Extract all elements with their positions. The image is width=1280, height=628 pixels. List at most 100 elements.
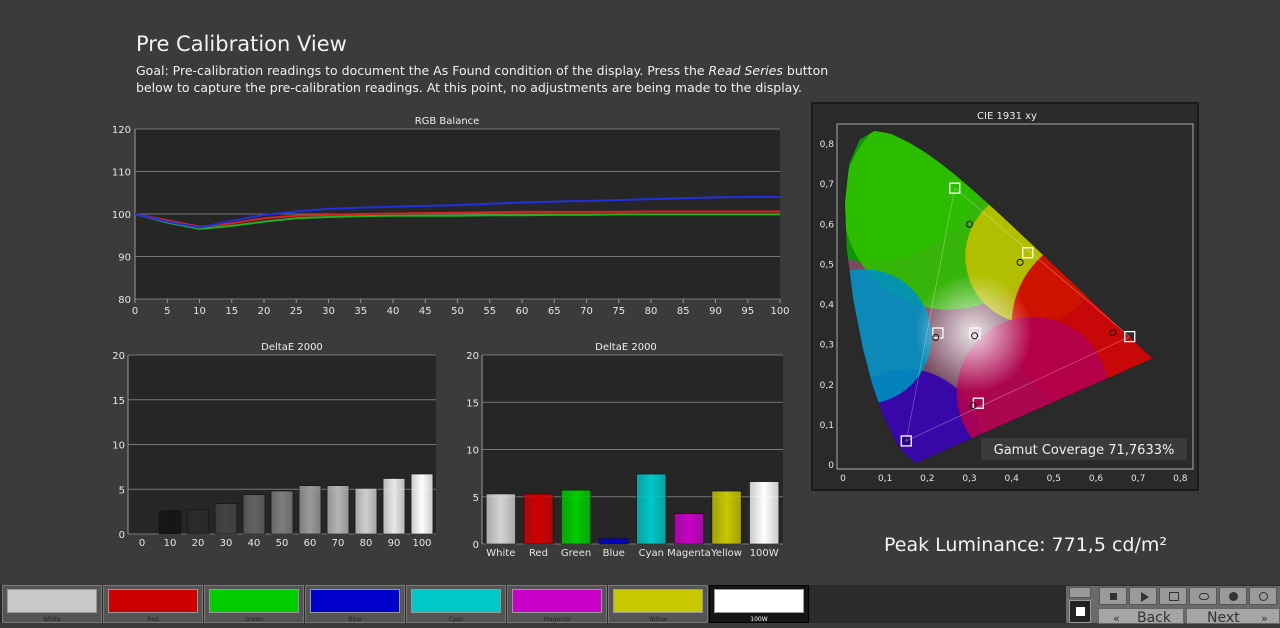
bar <box>186 509 210 535</box>
y-tick-label: 0,6 <box>820 220 835 230</box>
patch-color <box>512 589 602 613</box>
x-tick-label: 0,2 <box>920 474 934 484</box>
y-tick-label: 0,3 <box>820 341 834 351</box>
patch-white[interactable]: White <box>2 585 102 623</box>
patch-yellow[interactable]: Yellow <box>608 585 708 623</box>
page-title: Pre Calibration View <box>136 32 347 56</box>
patch-color <box>714 589 804 613</box>
y-tick-label: 0,2 <box>820 381 834 391</box>
x-tick-label: 0,5 <box>1047 474 1061 484</box>
grayscale-deltae-chart: DeltaE 2000 0 5 10 15 20 0 10 20 30 40 50 60 70 80 90 1… <box>112 342 436 549</box>
rgb-balance-chart: RGB Balance 80 90 100 110 120 0 5 10 15 20 25 30 35 4… <box>112 116 790 317</box>
next-button[interactable]: Next » <box>1186 608 1280 626</box>
back-button[interactable]: « Back <box>1098 608 1184 626</box>
power-button[interactable] <box>1249 587 1277 605</box>
gamut-coverage-label: Gamut Coverage 71,7633% <box>994 443 1175 458</box>
x-tick-label: 50 <box>276 538 289 549</box>
control-panel: « Back Next » <box>1066 586 1280 626</box>
y-tick-label: 10 <box>112 441 125 452</box>
patch-blue[interactable]: Blue <box>305 585 405 623</box>
x-tick-label: 90 <box>388 538 401 549</box>
play-icon <box>1141 592 1149 602</box>
y-tick-label: 0 <box>119 530 125 541</box>
patch-cyan[interactable]: Cyan <box>406 585 506 623</box>
x-tick-label: 10 <box>164 538 177 549</box>
bar <box>636 473 667 545</box>
bar <box>214 503 238 535</box>
x-tick-label: 30 <box>322 306 335 317</box>
x-tick-label: Cyan <box>639 548 664 559</box>
x-tick-label: 50 <box>451 306 464 317</box>
patch-green[interactable]: Green <box>204 585 304 623</box>
loop-icon <box>1199 593 1209 600</box>
y-tick-label: 0 <box>828 461 834 471</box>
patch-color <box>310 589 400 613</box>
x-tick-label: 20 <box>192 538 205 549</box>
bar <box>598 538 629 545</box>
x-tick-label: 20 <box>258 306 271 317</box>
y-tick-label: 0,5 <box>820 260 834 270</box>
y-tick-label: 5 <box>473 493 479 504</box>
bar <box>485 493 516 545</box>
patch-color <box>411 589 501 613</box>
x-tick-label: 10 <box>193 306 206 317</box>
grayscale-deltae-title: DeltaE 2000 <box>261 342 323 353</box>
patch-color <box>209 589 299 613</box>
bar <box>298 485 322 535</box>
x-tick-label: Green <box>561 548 591 559</box>
x-tick-label: 90 <box>709 306 722 317</box>
color-deltae-chart: DeltaE 2000 0 5 10 15 20 White Red Green Blue Cya… <box>466 342 783 559</box>
x-tick-label: 60 <box>516 306 529 317</box>
x-tick-label: Magenta <box>667 548 711 559</box>
bar <box>242 494 266 535</box>
gear-icon <box>1229 592 1238 601</box>
x-tick-label: 0 <box>132 306 138 317</box>
patch-label: Yellow <box>648 616 668 623</box>
x-tick-label: 45 <box>419 306 432 317</box>
y-tick-label: 5 <box>119 485 125 496</box>
x-tick-label: 30 <box>220 538 233 549</box>
patch-label: Green <box>244 616 264 623</box>
x-tick-label: 70 <box>580 306 593 317</box>
x-tick-label: 0 <box>840 474 846 484</box>
goal-italic: Read Series <box>708 63 783 78</box>
y-tick-label: 0,7 <box>820 180 834 190</box>
goal-text: Goal: Pre-calibration readings to docume… <box>136 62 856 96</box>
bar <box>326 485 350 535</box>
y-tick-label: 20 <box>466 351 479 362</box>
x-tick-label: 100 <box>412 538 431 549</box>
bar <box>354 488 378 535</box>
x-tick-label: 85 <box>677 306 690 317</box>
bar <box>523 493 554 545</box>
stop-button[interactable] <box>1069 600 1091 623</box>
x-tick-label: 80 <box>360 538 373 549</box>
toolbar-icon-1[interactable] <box>1069 587 1091 598</box>
y-tick-label: 110 <box>112 168 131 179</box>
back-arrow-icon: « <box>1113 612 1120 625</box>
patch-label: Red <box>147 616 159 623</box>
play-button[interactable] <box>1129 587 1157 605</box>
patch-100w[interactable]: 100W <box>709 585 809 623</box>
x-tick-label: 40 <box>387 306 400 317</box>
toolbar-icon-2[interactable] <box>1099 587 1127 605</box>
y-tick-label: 20 <box>112 351 125 362</box>
x-tick-label: 0,8 <box>1173 474 1188 484</box>
read-series-button[interactable] <box>1159 587 1187 605</box>
next-label: Next <box>1207 610 1240 626</box>
patch-magenta[interactable]: Magenta <box>507 585 607 623</box>
patch-label: Blue <box>348 616 362 623</box>
x-tick-label: 70 <box>332 538 345 549</box>
patch-label: Cyan <box>448 616 464 623</box>
patch-label: 100W <box>750 616 768 623</box>
y-tick-label: 0 <box>473 540 479 551</box>
settings-button[interactable] <box>1219 587 1247 605</box>
loop-button[interactable] <box>1189 587 1217 605</box>
x-tick-label: 35 <box>354 306 367 317</box>
square-icon <box>1110 593 1117 600</box>
patch-red[interactable]: Red <box>103 585 203 623</box>
y-tick-label: 15 <box>112 396 125 407</box>
y-tick-label: 0,4 <box>820 301 835 311</box>
color-deltae-title: DeltaE 2000 <box>595 342 657 353</box>
x-tick-label: 0,7 <box>1131 474 1145 484</box>
x-tick-label: 80 <box>645 306 658 317</box>
